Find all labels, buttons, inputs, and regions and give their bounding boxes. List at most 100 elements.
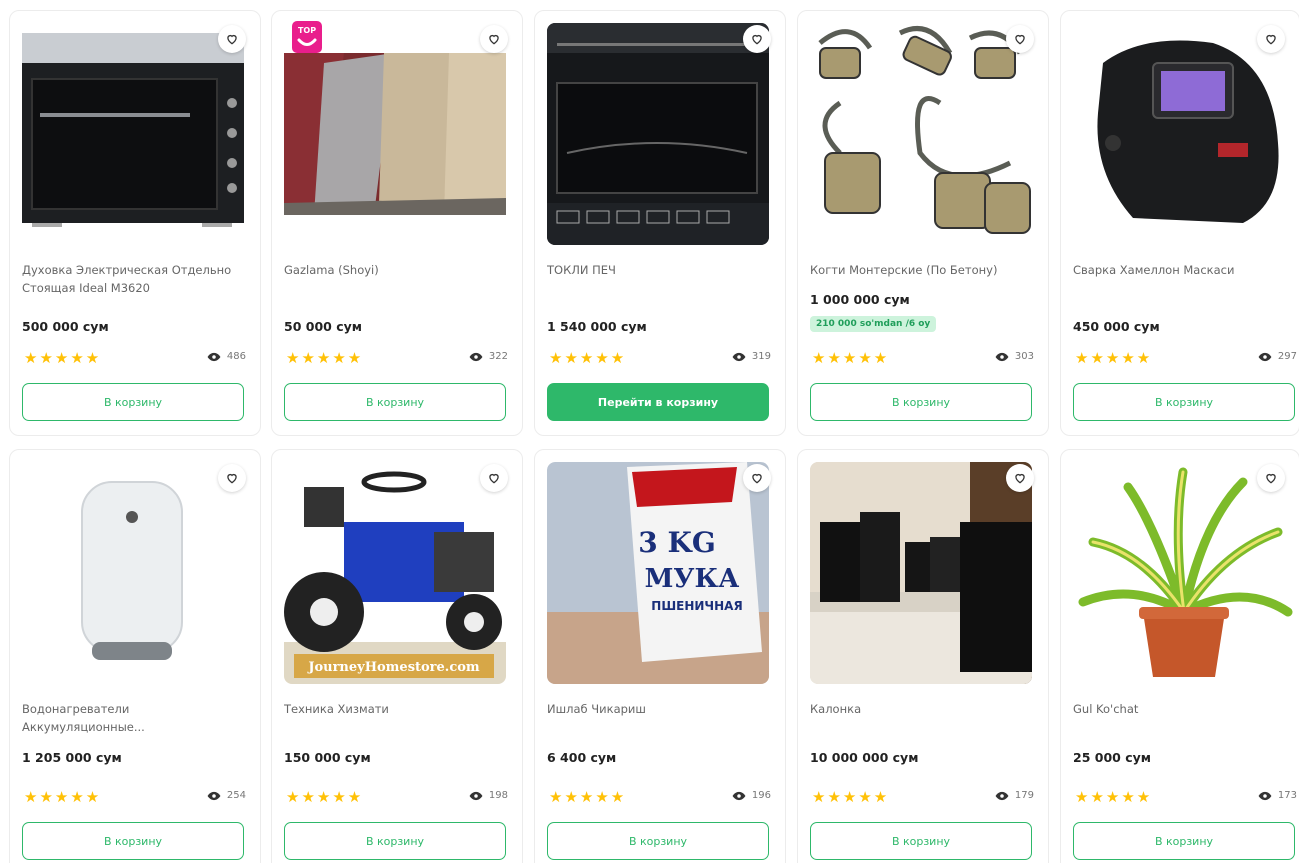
rating-stars: ★★★★★ [24, 788, 102, 806]
product-image-tractor[interactable]: JourneyHomestore.com [284, 462, 506, 684]
heart-outline-icon [227, 34, 237, 45]
eye-icon [469, 352, 483, 361]
product-title[interactable]: Gazlama (Shoyi) [284, 261, 510, 279]
view-count: 297 [1258, 351, 1297, 362]
add-to-cart-button[interactable]: В корзину [22, 822, 244, 860]
product-card[interactable]: JourneyHomestore.com Техника Хизмати 150… [271, 449, 523, 863]
go-to-cart-button[interactable]: Перейти в корзину [547, 383, 769, 421]
favorite-button[interactable] [1257, 25, 1285, 53]
view-count: 198 [469, 790, 508, 801]
product-price: 6 400 сум [547, 750, 617, 765]
heart-outline-icon [752, 473, 762, 484]
product-card[interactable]: TOP Gazlama (Shoyi) 50 000 сум ★★★★★ 322… [271, 10, 523, 436]
product-card[interactable]: Gul Ko'chat 25 000 сум ★★★★★ 173 В корзи… [1060, 449, 1299, 863]
rating-stars: ★★★★★ [1075, 788, 1153, 806]
product-title[interactable]: Духовка Электрическая Отдельно Стоящая I… [22, 261, 248, 297]
product-price: 150 000 сум [284, 750, 371, 765]
eye-icon [1258, 352, 1272, 361]
top-badge: TOP [292, 21, 322, 53]
view-count: 322 [469, 351, 508, 362]
product-price: 25 000 сум [1073, 750, 1151, 765]
product-image-electric-oven[interactable] [547, 23, 769, 245]
top-badge-label: TOP [298, 26, 316, 35]
view-count: 319 [732, 351, 771, 362]
view-count-value: 486 [226, 351, 246, 362]
view-count: 486 [207, 351, 246, 362]
product-price: 1 540 000 сум [547, 319, 647, 334]
product-card[interactable]: 3 KG МУКА ПШЕНИЧНАЯ Ишлаб Чикариш 6 400 … [534, 449, 786, 863]
add-to-cart-button[interactable]: В корзину [1073, 822, 1295, 860]
favorite-button[interactable] [1006, 25, 1034, 53]
view-count-value: 319 [751, 351, 771, 362]
add-to-cart-button[interactable]: В корзину [1073, 383, 1295, 421]
favorite-button[interactable] [218, 25, 246, 53]
product-title[interactable]: Когти Монтерские (По Бетону) [810, 261, 1036, 279]
product-image-water-heater[interactable] [22, 462, 244, 684]
add-to-cart-button[interactable]: В корзину [284, 383, 506, 421]
favorite-button[interactable] [480, 25, 508, 53]
add-to-cart-button[interactable]: В корзину [810, 822, 1032, 860]
view-count: 196 [732, 790, 771, 801]
add-to-cart-button[interactable]: В корзину [284, 822, 506, 860]
rating-stars: ★★★★★ [1075, 349, 1153, 367]
product-image-welding-mask[interactable] [1073, 23, 1295, 245]
add-to-cart-button[interactable]: В корзину [547, 822, 769, 860]
favorite-button[interactable] [480, 464, 508, 492]
product-card[interactable]: Сварка Хамеллон Маскаси 450 000 сум ★★★★… [1060, 10, 1299, 436]
rating-stars: ★★★★★ [549, 349, 627, 367]
view-count: 179 [995, 790, 1034, 801]
eye-icon [995, 352, 1009, 361]
view-count-value: 196 [751, 790, 771, 801]
product-card[interactable]: Духовка Электрическая Отдельно Стоящая I… [9, 10, 261, 436]
product-card[interactable]: ТОКЛИ ПЕЧ 1 540 000 сум ★★★★★ 319 Перейт… [534, 10, 786, 436]
product-price: 1 000 000 сум [810, 292, 910, 307]
product-title[interactable]: Водонагреватели Аккумуляционные... [22, 700, 248, 736]
product-card[interactable]: Водонагреватели Аккумуляционные... 1 205… [9, 449, 261, 863]
eye-icon [995, 791, 1009, 800]
heart-outline-icon [1266, 473, 1276, 484]
rating-stars: ★★★★★ [286, 788, 364, 806]
product-image-oven[interactable] [22, 23, 244, 245]
favorite-button[interactable] [743, 464, 771, 492]
heart-outline-icon [1015, 34, 1025, 45]
favorite-button[interactable] [1257, 464, 1285, 492]
product-title[interactable]: Калонка [810, 700, 1036, 718]
view-count-value: 173 [1277, 790, 1297, 801]
view-count-value: 179 [1014, 790, 1034, 801]
product-image-plant[interactable] [1073, 462, 1295, 684]
product-image-speakers[interactable] [810, 462, 1032, 684]
view-count: 173 [1258, 790, 1297, 801]
product-title[interactable]: ТОКЛИ ПЕЧ [547, 261, 773, 279]
product-image-flour-bag[interactable]: 3 KG МУКА ПШЕНИЧНАЯ [547, 462, 769, 684]
eye-icon [732, 791, 746, 800]
add-to-cart-button[interactable]: В корзину [22, 383, 244, 421]
product-card[interactable]: Когти Монтерские (По Бетону) 1 000 000 с… [797, 10, 1049, 436]
favorite-button[interactable] [743, 25, 771, 53]
view-count-value: 198 [488, 790, 508, 801]
product-price: 1 205 000 сум [22, 750, 122, 765]
product-title[interactable]: Сварка Хамеллон Маскаси [1073, 261, 1299, 279]
product-card[interactable]: Калонка 10 000 000 сум ★★★★★ 179 В корзи… [797, 449, 1049, 863]
image-watermark: JourneyHomestore.com [307, 660, 480, 675]
add-to-cart-button[interactable]: В корзину [810, 383, 1032, 421]
product-price: 50 000 сум [284, 319, 362, 334]
favorite-button[interactable] [1006, 464, 1034, 492]
view-count-value: 322 [488, 351, 508, 362]
eye-icon [1258, 791, 1272, 800]
heart-outline-icon [227, 473, 237, 484]
flour-type-label: ПШЕНИЧНАЯ [651, 599, 742, 613]
view-count-value: 303 [1014, 351, 1034, 362]
heart-outline-icon [1266, 34, 1276, 45]
product-title[interactable]: Ишлаб Чикариш [547, 700, 773, 718]
heart-outline-icon [752, 34, 762, 45]
product-image-climbing-spikes[interactable] [810, 23, 1032, 245]
product-price: 10 000 000 сум [810, 750, 919, 765]
product-grid: Духовка Электрическая Отдельно Стоящая I… [0, 0, 1299, 863]
product-title[interactable]: Техника Хизмати [284, 700, 510, 718]
product-image-fabric[interactable] [284, 23, 506, 245]
rating-stars: ★★★★★ [286, 349, 364, 367]
product-price: 500 000 сум [22, 319, 109, 334]
favorite-button[interactable] [218, 464, 246, 492]
product-title[interactable]: Gul Ko'chat [1073, 700, 1299, 718]
eye-icon [732, 352, 746, 361]
